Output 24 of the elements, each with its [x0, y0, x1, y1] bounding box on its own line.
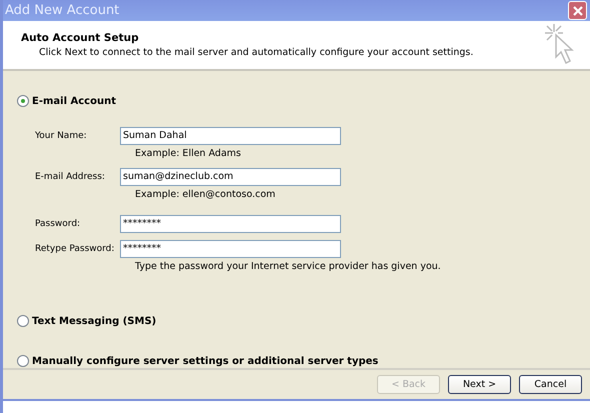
option-label[interactable]: E-mail Account: [32, 96, 116, 107]
dialog-button[interactable]: Next >: [448, 375, 511, 394]
option-label[interactable]: Text Messaging (SMS): [32, 316, 156, 327]
input-field[interactable]: suman@dzineclub.com: [120, 168, 341, 186]
header-title: Auto Account Setup: [21, 32, 140, 44]
field-label: Your Name:: [35, 130, 88, 141]
dialog-button[interactable]: Cancel: [519, 375, 582, 394]
radio-button[interactable]: [17, 355, 29, 368]
option-label[interactable]: Manually configure server settings or additional server types: [32, 356, 378, 367]
input-field[interactable]: Suman Dahal: [120, 126, 341, 145]
radio-button[interactable]: [17, 315, 29, 328]
field-hint: Type the password your Internet service provider has given you.: [134, 260, 442, 274]
field-hint: Example: ellen@contoso.com: [134, 188, 276, 202]
input-field[interactable]: ********: [120, 214, 341, 233]
field-label: Retype Password:: [35, 244, 116, 254]
radio-button[interactable]: [17, 95, 29, 108]
close-button[interactable]: [568, 1, 587, 20]
close-icon: [572, 4, 584, 17]
field-label: Password:: [35, 218, 82, 229]
field-hint: Example: Ellen Adams: [134, 147, 242, 162]
field-label: E-mail Address:: [35, 172, 106, 182]
input-field[interactable]: ********: [120, 240, 341, 258]
window-title: Add New Account: [5, 3, 120, 18]
header-subtitle: Click Next to connect to the mail server and automatically configure your account settings.: [38, 47, 474, 58]
